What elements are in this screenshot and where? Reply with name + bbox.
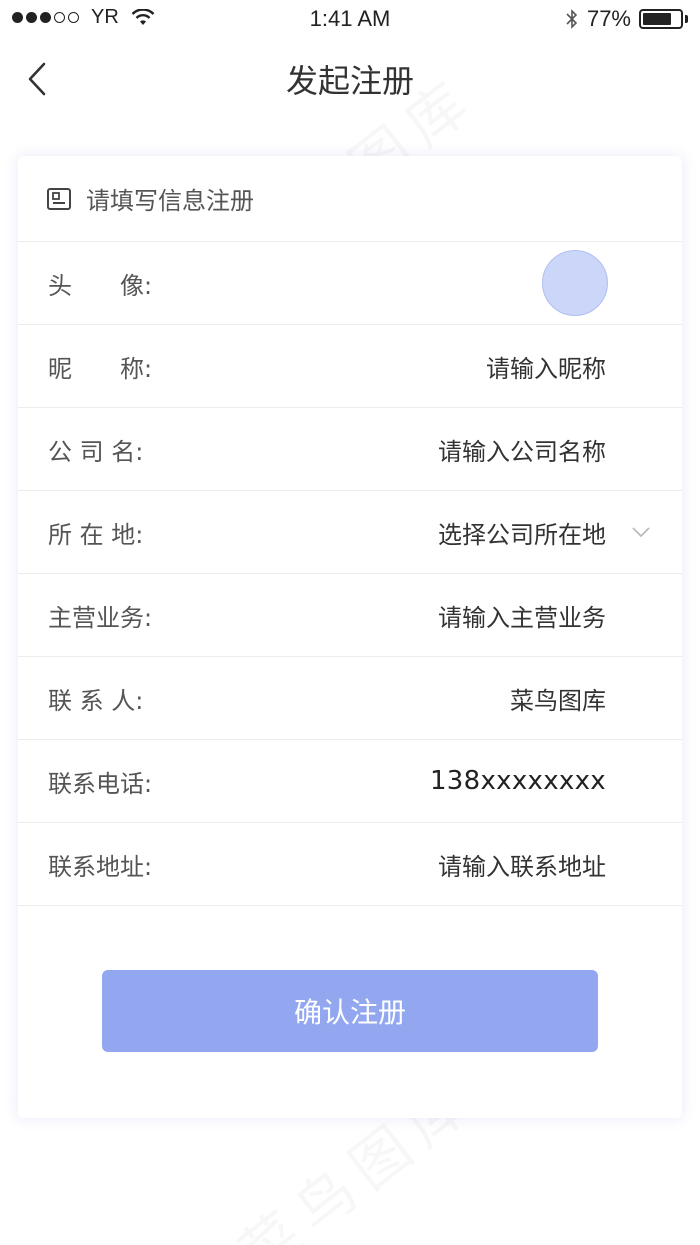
row-label: 联系电话: <box>48 769 153 798</box>
battery-icon <box>639 9 683 29</box>
row-label: 昵 称: <box>48 354 153 383</box>
address-row[interactable]: 联系地址: 请输入联系地址 <box>18 823 682 906</box>
nickname-row[interactable]: 昵 称: 请输入昵称 <box>18 325 682 408</box>
row-label: 头 像: <box>48 271 153 300</box>
business-row[interactable]: 主营业务: 请输入主营业务 <box>18 574 682 657</box>
row-label: 公 司 名: <box>48 437 144 466</box>
avatar[interactable] <box>542 250 608 316</box>
confirm-register-button[interactable]: 确认注册 <box>102 970 598 1052</box>
battery-level <box>643 13 671 25</box>
row-label: 主营业务: <box>48 603 153 632</box>
contact-person-input[interactable]: 菜鸟图库 <box>510 657 606 739</box>
phone-row[interactable]: 联系电话: 138xxxxxxxx <box>18 740 682 823</box>
battery-cap <box>685 15 688 23</box>
location-row[interactable]: 所 在 地: 选择公司所在地 <box>18 491 682 574</box>
bluetooth-icon <box>566 9 578 29</box>
chevron-down-icon[interactable] <box>628 519 654 545</box>
card-header: 请填写信息注册 <box>18 156 682 242</box>
id-card-icon <box>47 187 71 210</box>
avatar-row[interactable]: 头 像: <box>18 242 682 325</box>
nav-bar: 发起注册 <box>0 40 700 120</box>
contact-person-row[interactable]: 联 系 人: 菜鸟图库 <box>18 657 682 740</box>
company-name-input[interactable]: 请输入公司名称 <box>438 408 606 490</box>
registration-card: 请填写信息注册 头 像: 昵 称: 请输入昵称 公 司 名: 请输入公司名称 所… <box>18 156 682 1118</box>
nickname-input[interactable]: 请输入昵称 <box>486 325 606 407</box>
address-input[interactable]: 请输入联系地址 <box>438 823 606 905</box>
form-header-text: 请填写信息注册 <box>86 187 254 215</box>
battery-percent: 77% <box>586 6 631 31</box>
row-label: 所 在 地: <box>48 520 144 549</box>
location-select[interactable]: 选择公司所在地 <box>438 491 606 573</box>
phone-input[interactable]: 138xxxxxxxx <box>430 740 606 822</box>
business-input[interactable]: 请输入主营业务 <box>438 574 606 656</box>
status-bar: YR 1:41 AM 77% <box>0 0 700 38</box>
company-name-row[interactable]: 公 司 名: 请输入公司名称 <box>18 408 682 491</box>
page-title: 发起注册 <box>285 62 414 100</box>
row-label: 联系地址: <box>48 852 153 881</box>
row-label: 联 系 人: <box>48 686 144 715</box>
status-right: 77% <box>565 6 688 32</box>
